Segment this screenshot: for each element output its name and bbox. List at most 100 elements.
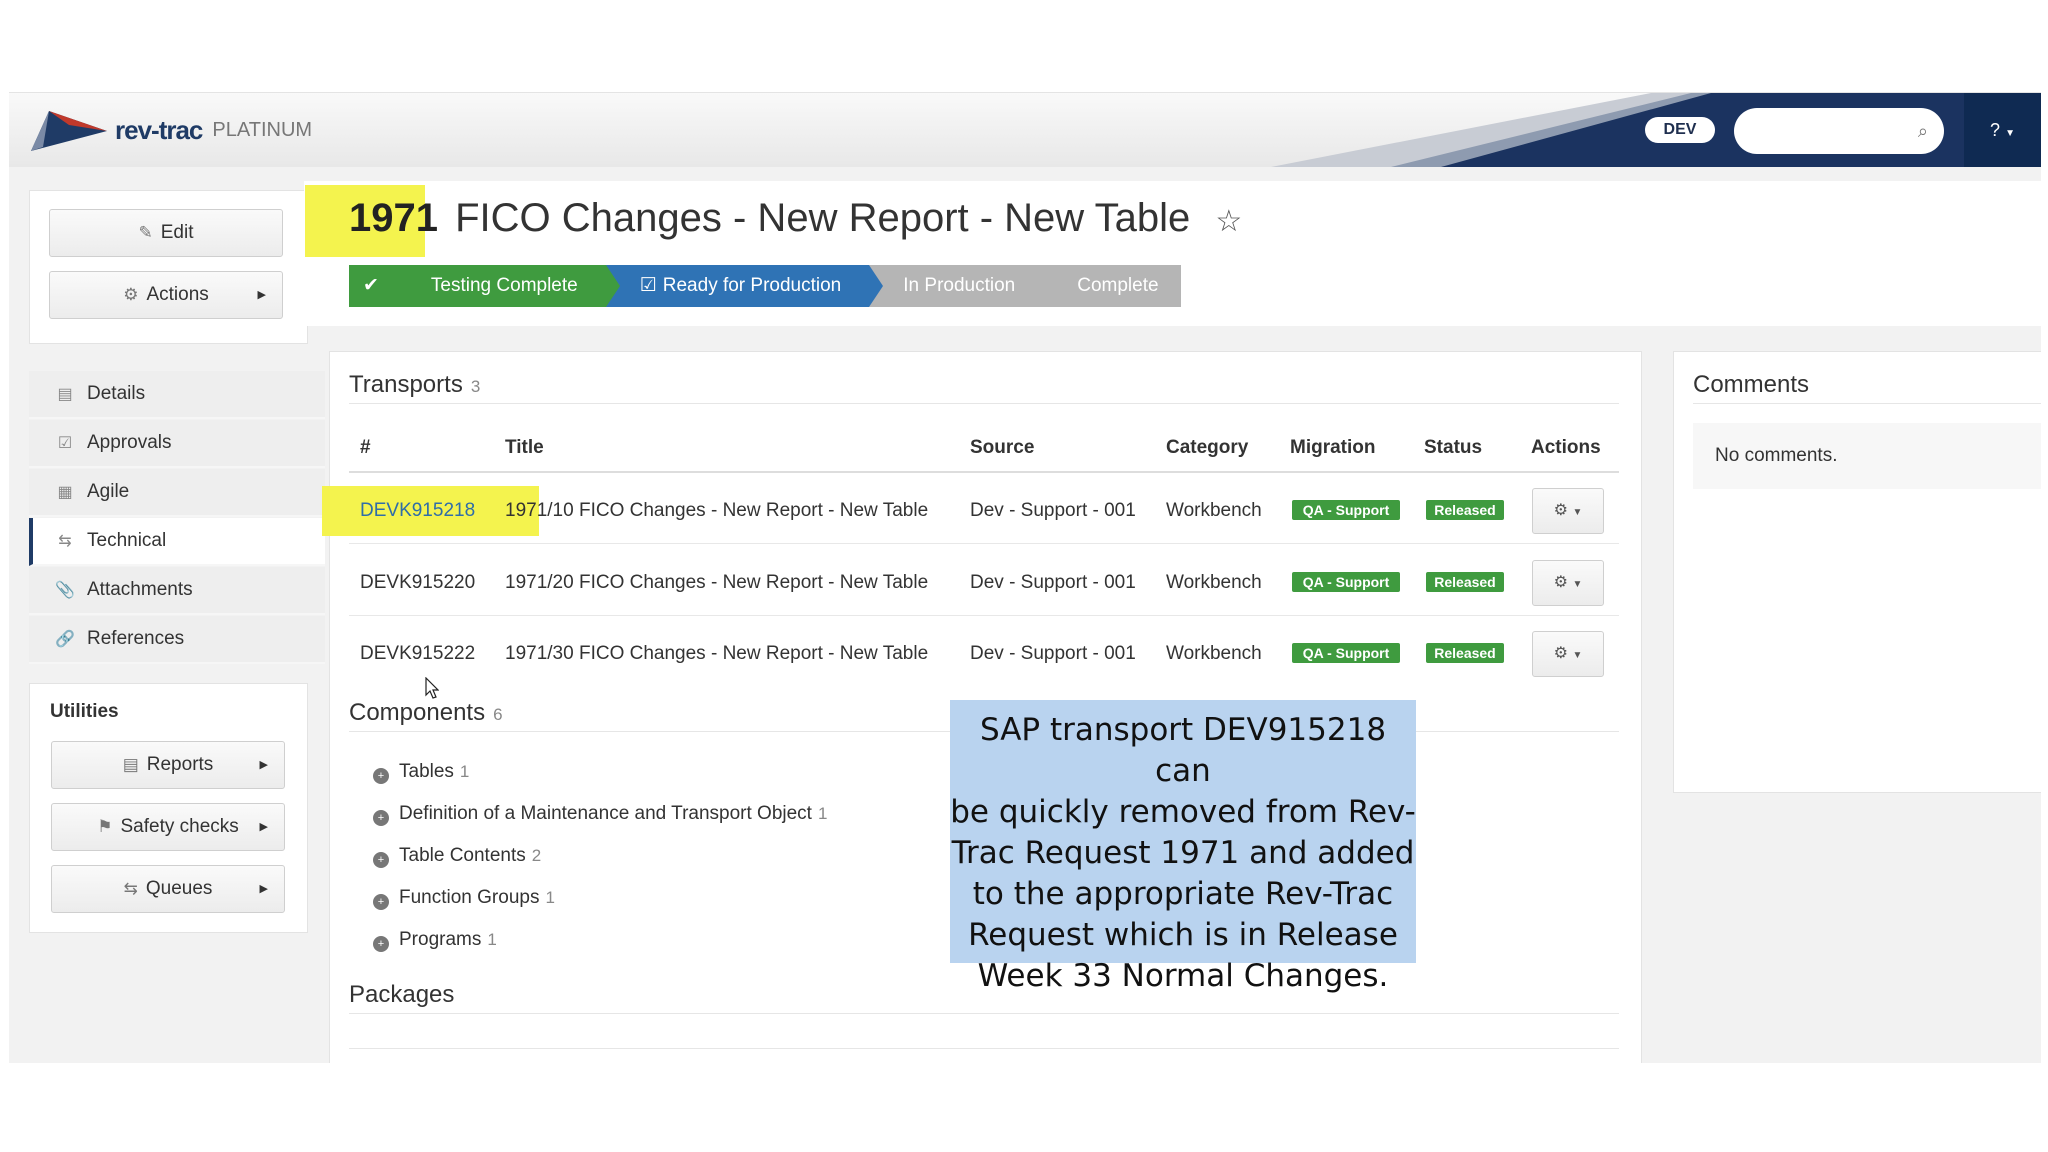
link-icon: 🔗 (55, 631, 75, 648)
nav-item-label: Technical (87, 530, 167, 551)
components-count: 6 (493, 705, 503, 724)
search-icon[interactable]: ⌕ (1918, 121, 1928, 142)
component-item-tobj[interactable]: + Definition of a Maintenance and Transpo… (373, 803, 827, 826)
nav-item-references[interactable]: 🔗 References (29, 616, 325, 664)
migration-badge: QA - Support (1292, 643, 1400, 663)
component-count: 1 (487, 930, 497, 949)
expand-icon: + (373, 810, 389, 826)
nav-item-technical[interactable]: ⇆ Technical (29, 518, 325, 566)
safety-checks-button[interactable]: ⚑ Safety checks ▶ (51, 803, 285, 851)
transport-category: Workbench (1166, 572, 1262, 593)
nav-item-approvals[interactable]: ☑ Approvals (29, 420, 325, 468)
queues-button[interactable]: ⇆ Queues ▶ (51, 865, 285, 913)
transport-actions-button[interactable]: ⚙ ▼ (1532, 560, 1604, 606)
transport-actions-button[interactable]: ⚙ ▼ (1532, 488, 1604, 534)
nav-item-label: References (87, 628, 185, 649)
component-item-table-contents[interactable]: + Table Contents 2 (373, 845, 541, 868)
safety-checks-label: Safety checks (120, 816, 239, 837)
callout-line: Week 33 Normal Changes. (977, 958, 1389, 994)
queues-label: Queues (145, 878, 213, 899)
flag-icon: ⚑ (97, 817, 113, 836)
column-header-title: Title (505, 437, 544, 458)
component-item-function-groups[interactable]: + Function Groups 1 (373, 887, 555, 910)
transport-source: Dev - Support - 001 (970, 643, 1136, 664)
environment-badge[interactable]: DEV (1645, 117, 1715, 143)
empty-comments-text: No comments. (1715, 445, 1838, 466)
caret-right-icon: ▶ (257, 289, 266, 301)
reports-button[interactable]: ▤ Reports ▶ (51, 741, 285, 789)
transports-count: 3 (470, 377, 481, 396)
edit-icon: ✎ (138, 223, 153, 242)
edit-label: Edit (160, 222, 194, 243)
column-header-status: Status (1424, 437, 1483, 458)
chevron-down-icon: ▼ (1572, 650, 1583, 661)
step-done: ✔ (349, 265, 411, 307)
callout-line: Request which is in Release (968, 917, 1398, 953)
component-label: Programs (399, 929, 482, 950)
expand-icon: + (373, 768, 389, 784)
search-input[interactable] (1752, 111, 1906, 153)
component-item-programs[interactable]: + Programs 1 (373, 929, 497, 952)
actions-button[interactable]: ⚙ Actions ▶ (49, 271, 283, 319)
divider (1693, 403, 2041, 404)
gear-icon: ⚙ (1553, 502, 1568, 519)
request-actions-card: ✎ Edit ⚙ Actions ▶ (29, 190, 308, 344)
component-label: Tables (399, 761, 454, 782)
divider (349, 1013, 1619, 1014)
help-icon: ? (1990, 120, 2001, 140)
transport-source: Dev - Support - 001 (970, 500, 1136, 521)
step-complete: Complete (1043, 265, 1181, 307)
transports-heading: Transports 3 (349, 371, 480, 399)
step-label: Ready for Production (662, 275, 842, 296)
step-label: Testing Complete (430, 275, 578, 296)
component-count: 1 (545, 888, 555, 907)
transport-category: Workbench (1166, 500, 1262, 521)
nav-item-label: Attachments (87, 579, 193, 600)
mouse-cursor-icon (425, 677, 439, 699)
transport-category: Workbench (1166, 643, 1262, 664)
column-header-category: Category (1166, 437, 1249, 458)
paperclip-icon: 📎 (55, 582, 75, 599)
help-menu-button[interactable]: ? ▼ (1964, 93, 2041, 167)
nav-item-details[interactable]: ▤ Details (29, 371, 325, 419)
step-ready-for-production: ☑ Ready for Production (605, 265, 884, 307)
migration-badge: QA - Support (1292, 500, 1400, 520)
section-nav: ▤ Details ☑ Approvals ▦ Agile ⇆ Technical 📎 A… (29, 371, 325, 664)
callout-line: to the appropriate Rev-Trac (972, 876, 1394, 912)
transport-actions-button[interactable]: ⚙ ▼ (1532, 631, 1604, 677)
caret-right-icon: ▶ (259, 821, 268, 833)
component-label: Function Groups (399, 887, 540, 908)
star-icon[interactable]: ☆ (1215, 205, 1242, 238)
app-logo[interactable]: rev-trac PLATINUM (29, 105, 312, 155)
transport-id-link[interactable]: DEVK915220 (360, 572, 475, 594)
step-in-production: In Production (869, 265, 1058, 307)
actions-label: Actions (146, 284, 209, 305)
expand-icon: + (373, 936, 389, 952)
exchange-icon: ⇆ (58, 533, 72, 550)
nav-item-agile[interactable]: ▦ Agile (29, 469, 325, 517)
transport-id-link[interactable]: DEVK915222 (360, 643, 475, 665)
callout-line: Trac Request 1971 and added (951, 835, 1415, 871)
nav-item-attachments[interactable]: 📎 Attachments (29, 567, 325, 615)
gear-icon: ⚙ (1553, 645, 1568, 662)
edit-button[interactable]: ✎ Edit (49, 209, 283, 257)
expand-icon: + (373, 852, 389, 868)
check-square-icon: ☑ (639, 275, 657, 296)
app-window: rev-trac PLATINUM DEV ⌕ ? ▼ ✎ Edit ⚙ Actio… (9, 92, 2041, 1063)
status-badge: Released (1426, 572, 1504, 592)
chevron-down-icon: ▼ (1572, 579, 1583, 590)
comments-heading: Comments (1693, 371, 1810, 398)
status-progress: ✔ Testing Complete ☑ Ready for Production… (349, 265, 1181, 307)
request-number: 1971 (349, 196, 438, 240)
transport-title: 1971/20 FICO Changes - New Report - New … (505, 572, 929, 593)
gear-icon: ⚙ (123, 285, 139, 304)
callout-line: SAP transport DEV915218 can (979, 712, 1387, 789)
column-header-number: # (360, 437, 371, 458)
check-icon: ✔ (363, 275, 379, 296)
report-icon: ▤ (122, 755, 139, 774)
row-divider (349, 543, 1619, 544)
expand-icon: + (373, 894, 389, 910)
transport-id-link[interactable]: DEVK915218 (360, 500, 475, 522)
check-square-icon: ☑ (57, 435, 73, 452)
component-item-tables[interactable]: + Tables 1 (373, 761, 469, 784)
